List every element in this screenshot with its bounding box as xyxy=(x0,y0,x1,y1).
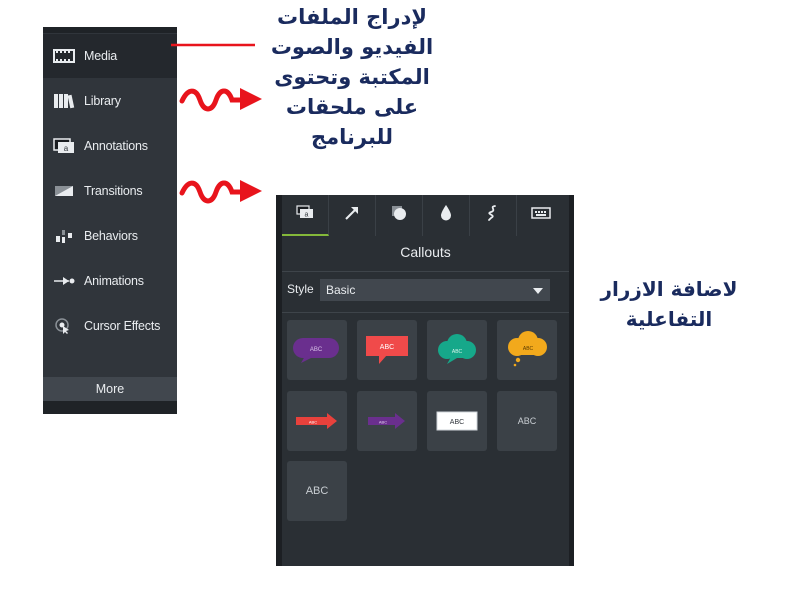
callout-sample-text: ABC xyxy=(380,344,394,351)
sidebar-item-label: Cursor Effects xyxy=(84,319,161,333)
callout-icon: a xyxy=(296,205,314,224)
sidebar-item-annotations[interactable]: a Annotations xyxy=(43,124,177,168)
chevron-down-icon xyxy=(533,288,543,294)
arrow-icon xyxy=(343,204,361,227)
tab-callouts[interactable]: a xyxy=(282,195,329,236)
animation-arrow-icon xyxy=(53,273,75,289)
film-icon xyxy=(53,48,75,64)
cursor-effects-icon xyxy=(53,318,75,334)
style-label: Style xyxy=(287,282,314,296)
callout-tile-arrow-red[interactable]: ABC xyxy=(287,391,347,451)
sidebar-item-label: Behaviors xyxy=(84,229,138,243)
annotation-line: المكتبة وتحتوى xyxy=(274,65,430,89)
tab-arrows[interactable] xyxy=(329,195,376,236)
squiggle-arrow-library xyxy=(179,88,262,112)
sidebar-bottom-strip xyxy=(43,401,177,414)
sidebar-item-label: Animations xyxy=(84,274,144,288)
divider xyxy=(282,312,569,313)
shape-icon xyxy=(390,204,408,227)
callout-tile-plain-text-large[interactable]: ABC xyxy=(287,461,347,521)
divider xyxy=(282,271,569,272)
callout-tile-arrow-purple[interactable]: ABC xyxy=(357,391,417,451)
annotation-line: التفاعلية xyxy=(625,307,713,331)
callout-tile-cloud-teal[interactable]: ABC xyxy=(427,320,487,380)
callout-sample-text: ABC xyxy=(379,420,387,425)
style-dropdown[interactable]: Basic xyxy=(320,279,550,301)
svg-text:a: a xyxy=(305,212,309,219)
blur-drop-icon xyxy=(439,204,453,227)
transition-icon xyxy=(53,183,75,199)
callout-tile-cloud-yellow[interactable]: ABC xyxy=(497,320,557,380)
annotation-line: للبرنامج xyxy=(310,125,393,149)
panel-title: Callouts xyxy=(400,244,451,260)
annotation-line: لاضافة الازرار xyxy=(600,277,738,301)
callout-sample-text: ABC xyxy=(310,347,323,353)
callout-sample-text: ABC xyxy=(305,485,329,497)
panel-scrollbar[interactable] xyxy=(569,195,574,566)
media-annotation-note: لإدراج الملفات الفيديو والصوت المكتبة وت… xyxy=(262,2,442,152)
callout-tile-plain-text[interactable]: ABC xyxy=(497,391,557,451)
sketch-motion-icon xyxy=(485,204,501,227)
callout-tile-white-box[interactable]: ABC xyxy=(427,391,487,451)
sidebar-top-strip xyxy=(43,27,177,33)
more-button[interactable]: More xyxy=(43,377,177,401)
sidebar-item-label: Transitions xyxy=(84,184,143,198)
sidebar-item-label: Library xyxy=(84,94,121,108)
callout-sample-text: ABC xyxy=(452,349,463,355)
sidebar-item-label: Annotations xyxy=(84,139,148,153)
annotation-line: الفيديو والصوت xyxy=(270,35,434,59)
callout-annotation-note: لاضافة الازرار التفاعلية xyxy=(594,274,744,334)
annotation-type-tabs: a xyxy=(282,195,569,236)
annotation-line: لإدراج الملفات xyxy=(277,5,427,29)
tab-shapes[interactable] xyxy=(376,195,423,236)
callout-tile-speech-bubble-purple[interactable]: ABC xyxy=(287,320,347,380)
annotation-line: على ملحقات xyxy=(285,95,419,119)
tab-sketch-motion[interactable] xyxy=(470,195,517,236)
callout-sample-text: ABC xyxy=(450,419,464,426)
callout-tile-speech-rect-red[interactable]: ABC xyxy=(357,320,417,380)
media-sidebar: Media Library a Annotations Transitions … xyxy=(43,27,177,414)
svg-text:a: a xyxy=(64,144,69,153)
sidebar-item-transitions[interactable]: Transitions xyxy=(43,169,177,213)
sidebar-item-label: Media xyxy=(84,49,118,63)
callout-sample-text: ABC xyxy=(517,416,537,426)
books-icon xyxy=(53,93,75,109)
callout-icon: a xyxy=(53,138,75,154)
sidebar-item-media[interactable]: Media xyxy=(43,34,177,78)
style-dropdown-value: Basic xyxy=(326,283,356,297)
sidebar-item-cursor-effects[interactable]: Cursor Effects xyxy=(43,304,177,348)
sidebar-item-behaviors[interactable]: Behaviors xyxy=(43,214,177,258)
callouts-panel: a Callouts Style Basic ABC ABC ABC ABC A… xyxy=(276,195,574,566)
tab-keystroke[interactable] xyxy=(517,195,564,236)
squiggle-arrow-transitions xyxy=(179,180,262,204)
tab-blur-highlight[interactable] xyxy=(423,195,470,236)
keyboard-icon xyxy=(530,206,551,225)
behaviors-icon xyxy=(53,228,75,244)
callout-sample-text: ABC xyxy=(309,420,317,425)
sidebar-item-library[interactable]: Library xyxy=(43,79,177,123)
callout-sample-text: ABC xyxy=(523,346,534,352)
sidebar-item-animations[interactable]: Animations xyxy=(43,259,177,303)
